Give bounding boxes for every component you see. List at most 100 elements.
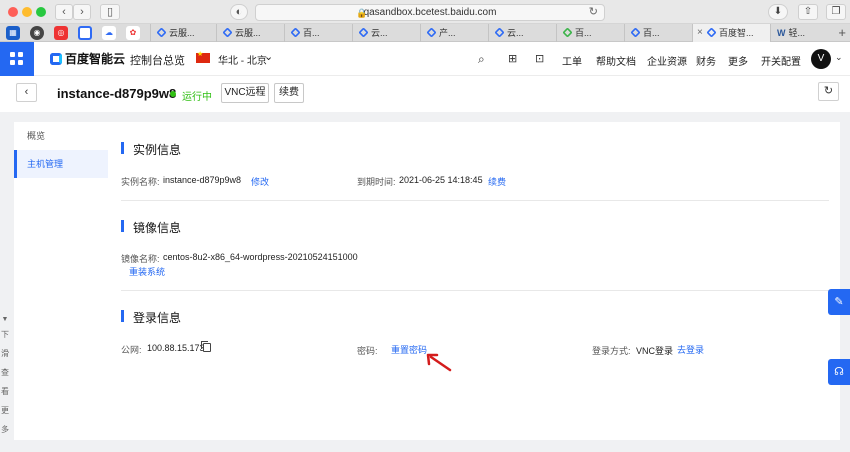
scroll-hint: ▼ 下 滑 查 看 更 多 [1,316,9,434]
tab-favicon-icon [358,27,369,38]
go-login-link[interactable]: 去登录 [677,343,704,356]
region-selector[interactable]: 华北 - 北京 [218,52,267,67]
browser-tab[interactable]: W 轻... [770,24,834,42]
forward-nav-icon[interactable]: › [73,4,91,20]
edit-name-link[interactable]: 修改 [251,175,269,188]
close-tab-icon[interactable]: × [697,24,703,42]
pinned-tab-4-icon[interactable] [78,26,92,40]
browser-tab[interactable]: 云... [488,24,556,42]
tabs-overview-icon[interactable]: ❐ [826,4,846,20]
address-bar[interactable]: 🔒 qasandbox.bcetest.baidu.com ↻ [255,4,605,21]
pinned-tab-1-icon[interactable]: ▦ [6,26,20,40]
feedback-edit-icon[interactable]: ✎ [828,289,850,315]
search-icon[interactable]: ⌕ [478,52,485,67]
brand-logo[interactable]: 百度智能云 [50,51,125,67]
enterprise-link[interactable]: 企业资源 [647,53,687,68]
ticket-link[interactable]: 工单 [562,53,582,68]
tab-favicon-icon [562,27,573,38]
sidebar-item-host-management[interactable]: 主机管理 [14,150,108,178]
baidu-cloud-logo-icon [50,53,62,65]
tab-favicon-icon [426,27,437,38]
section-marker [121,220,124,232]
more-link[interactable]: 更多 [728,53,748,68]
password-label: 密码: [357,346,378,356]
zoom-window-button[interactable] [36,7,46,17]
tab-strip: ▦ ◉ ◎ ☁ ✿ 云服... 云服... 百... 云... 产... 云..… [0,24,850,42]
tab-favicon-icon [706,27,717,38]
back-button[interactable]: ‹ [16,83,37,102]
docs-link[interactable]: 帮助文档 [596,53,636,68]
instance-name-label: 实例名称: [121,177,160,187]
pinned-tab-cloud-icon[interactable]: ☁ [102,26,116,40]
tab-favicon-icon [222,27,233,38]
copy-icon[interactable] [201,341,211,352]
section-divider [121,200,829,201]
avatar[interactable]: V [811,49,831,69]
section-title-instance: 实例信息 [133,143,182,157]
tab-favicon-icon [156,27,167,38]
browser-tab[interactable]: 产... [420,24,488,42]
reinstall-system-link[interactable]: 重装系统 [129,265,165,278]
public-ip-label: 公网: [121,345,142,355]
download-icon[interactable]: ⬇ [768,4,788,20]
new-tab-icon[interactable]: + [838,24,846,42]
pinned-tab-2-icon[interactable]: ◉ [30,26,44,40]
sidebar-toggle-icon[interactable]: ▯ [100,4,120,20]
annotation-arrow-icon [426,353,452,372]
finance-link[interactable]: 财务 [696,53,716,68]
image-name-label: 镜像名称: [121,254,160,264]
message-icon[interactable]: ⊡ [535,52,544,65]
renew-button[interactable]: 续费 [274,83,304,103]
word-icon: W [777,28,786,38]
section-divider [121,290,829,291]
public-ip-value: 100.88.15.173 [147,343,205,353]
share-icon[interactable]: ⇧ [798,4,818,20]
back-nav-icon[interactable]: ‹ [55,4,73,20]
instance-name-value: instance-d879p9w8 [163,175,242,185]
pinned-tab-3-icon[interactable]: ◎ [54,26,68,40]
tab-favicon-icon [630,27,641,38]
sidebar-item-overview[interactable]: 概览 [14,122,108,150]
reset-password-link[interactable]: 重置密码 [391,343,427,356]
lock-icon: 🔒 [356,8,368,18]
status-badge: 运行中 [182,92,212,103]
browser-tab[interactable]: 云服... [216,24,284,42]
vnc-remote-button[interactable]: VNC远程 [221,83,269,103]
reload-icon[interactable]: ↻ [589,5,598,20]
minimize-window-button[interactable] [22,7,32,17]
section-title-login: 登录信息 [133,311,182,325]
expire-time-value: 2021-06-25 14:18:45 [399,175,483,185]
browser-tab[interactable]: 百... [284,24,352,42]
instance-title: instance-d879p9w8 [57,86,177,101]
login-method-value: VNC登录 [636,346,674,356]
url-text: qasandbox.bcetest.baidu.com [363,7,497,18]
expire-time-label: 到期时间: [357,177,396,187]
refresh-icon[interactable]: ↻ [818,82,839,101]
shield-icon[interactable]: ◐ [230,4,248,20]
browser-tab-active[interactable]: × 百度智... [692,24,770,42]
chevron-down-icon[interactable]: ⌄ [835,52,843,63]
pinned-tab-huawei-icon[interactable]: ✿ [126,26,140,40]
detail-panel [108,122,840,440]
china-flag-icon [196,50,210,63]
section-marker [121,310,124,322]
chevron-down-icon[interactable]: ⌄ [264,50,273,63]
browser-tab[interactable]: 百... [556,24,624,42]
section-marker [121,142,124,154]
product-menu-icon[interactable] [0,42,34,76]
section-title-image: 镜像信息 [133,221,182,235]
dev-config-link[interactable]: 开关配置 [761,53,801,68]
support-headset-icon[interactable]: ☊ [828,359,850,385]
caret-down-icon: ▼ [1,316,9,323]
console-header: 百度智能云 控制台总览 华北 - 北京 ⌄ ⌕ ⊞ ⊡ 工单 帮助文档 企业资源… [0,42,850,76]
console-overview-link[interactable]: 控制台总览 [130,52,185,68]
tab-favicon-icon [494,27,505,38]
login-method-label: 登录方式: [592,346,631,356]
browser-tab[interactable]: 云服... [150,24,216,42]
apps-icon[interactable]: ⊞ [508,52,517,65]
renew-link[interactable]: 续费 [488,175,506,188]
browser-toolbar: ‹ › ▯ ◐ 🔒 qasandbox.bcetest.baidu.com ↻ … [0,0,850,24]
close-window-button[interactable] [8,7,18,17]
browser-tab[interactable]: 百... [624,24,692,42]
browser-tab[interactable]: 云... [352,24,420,42]
